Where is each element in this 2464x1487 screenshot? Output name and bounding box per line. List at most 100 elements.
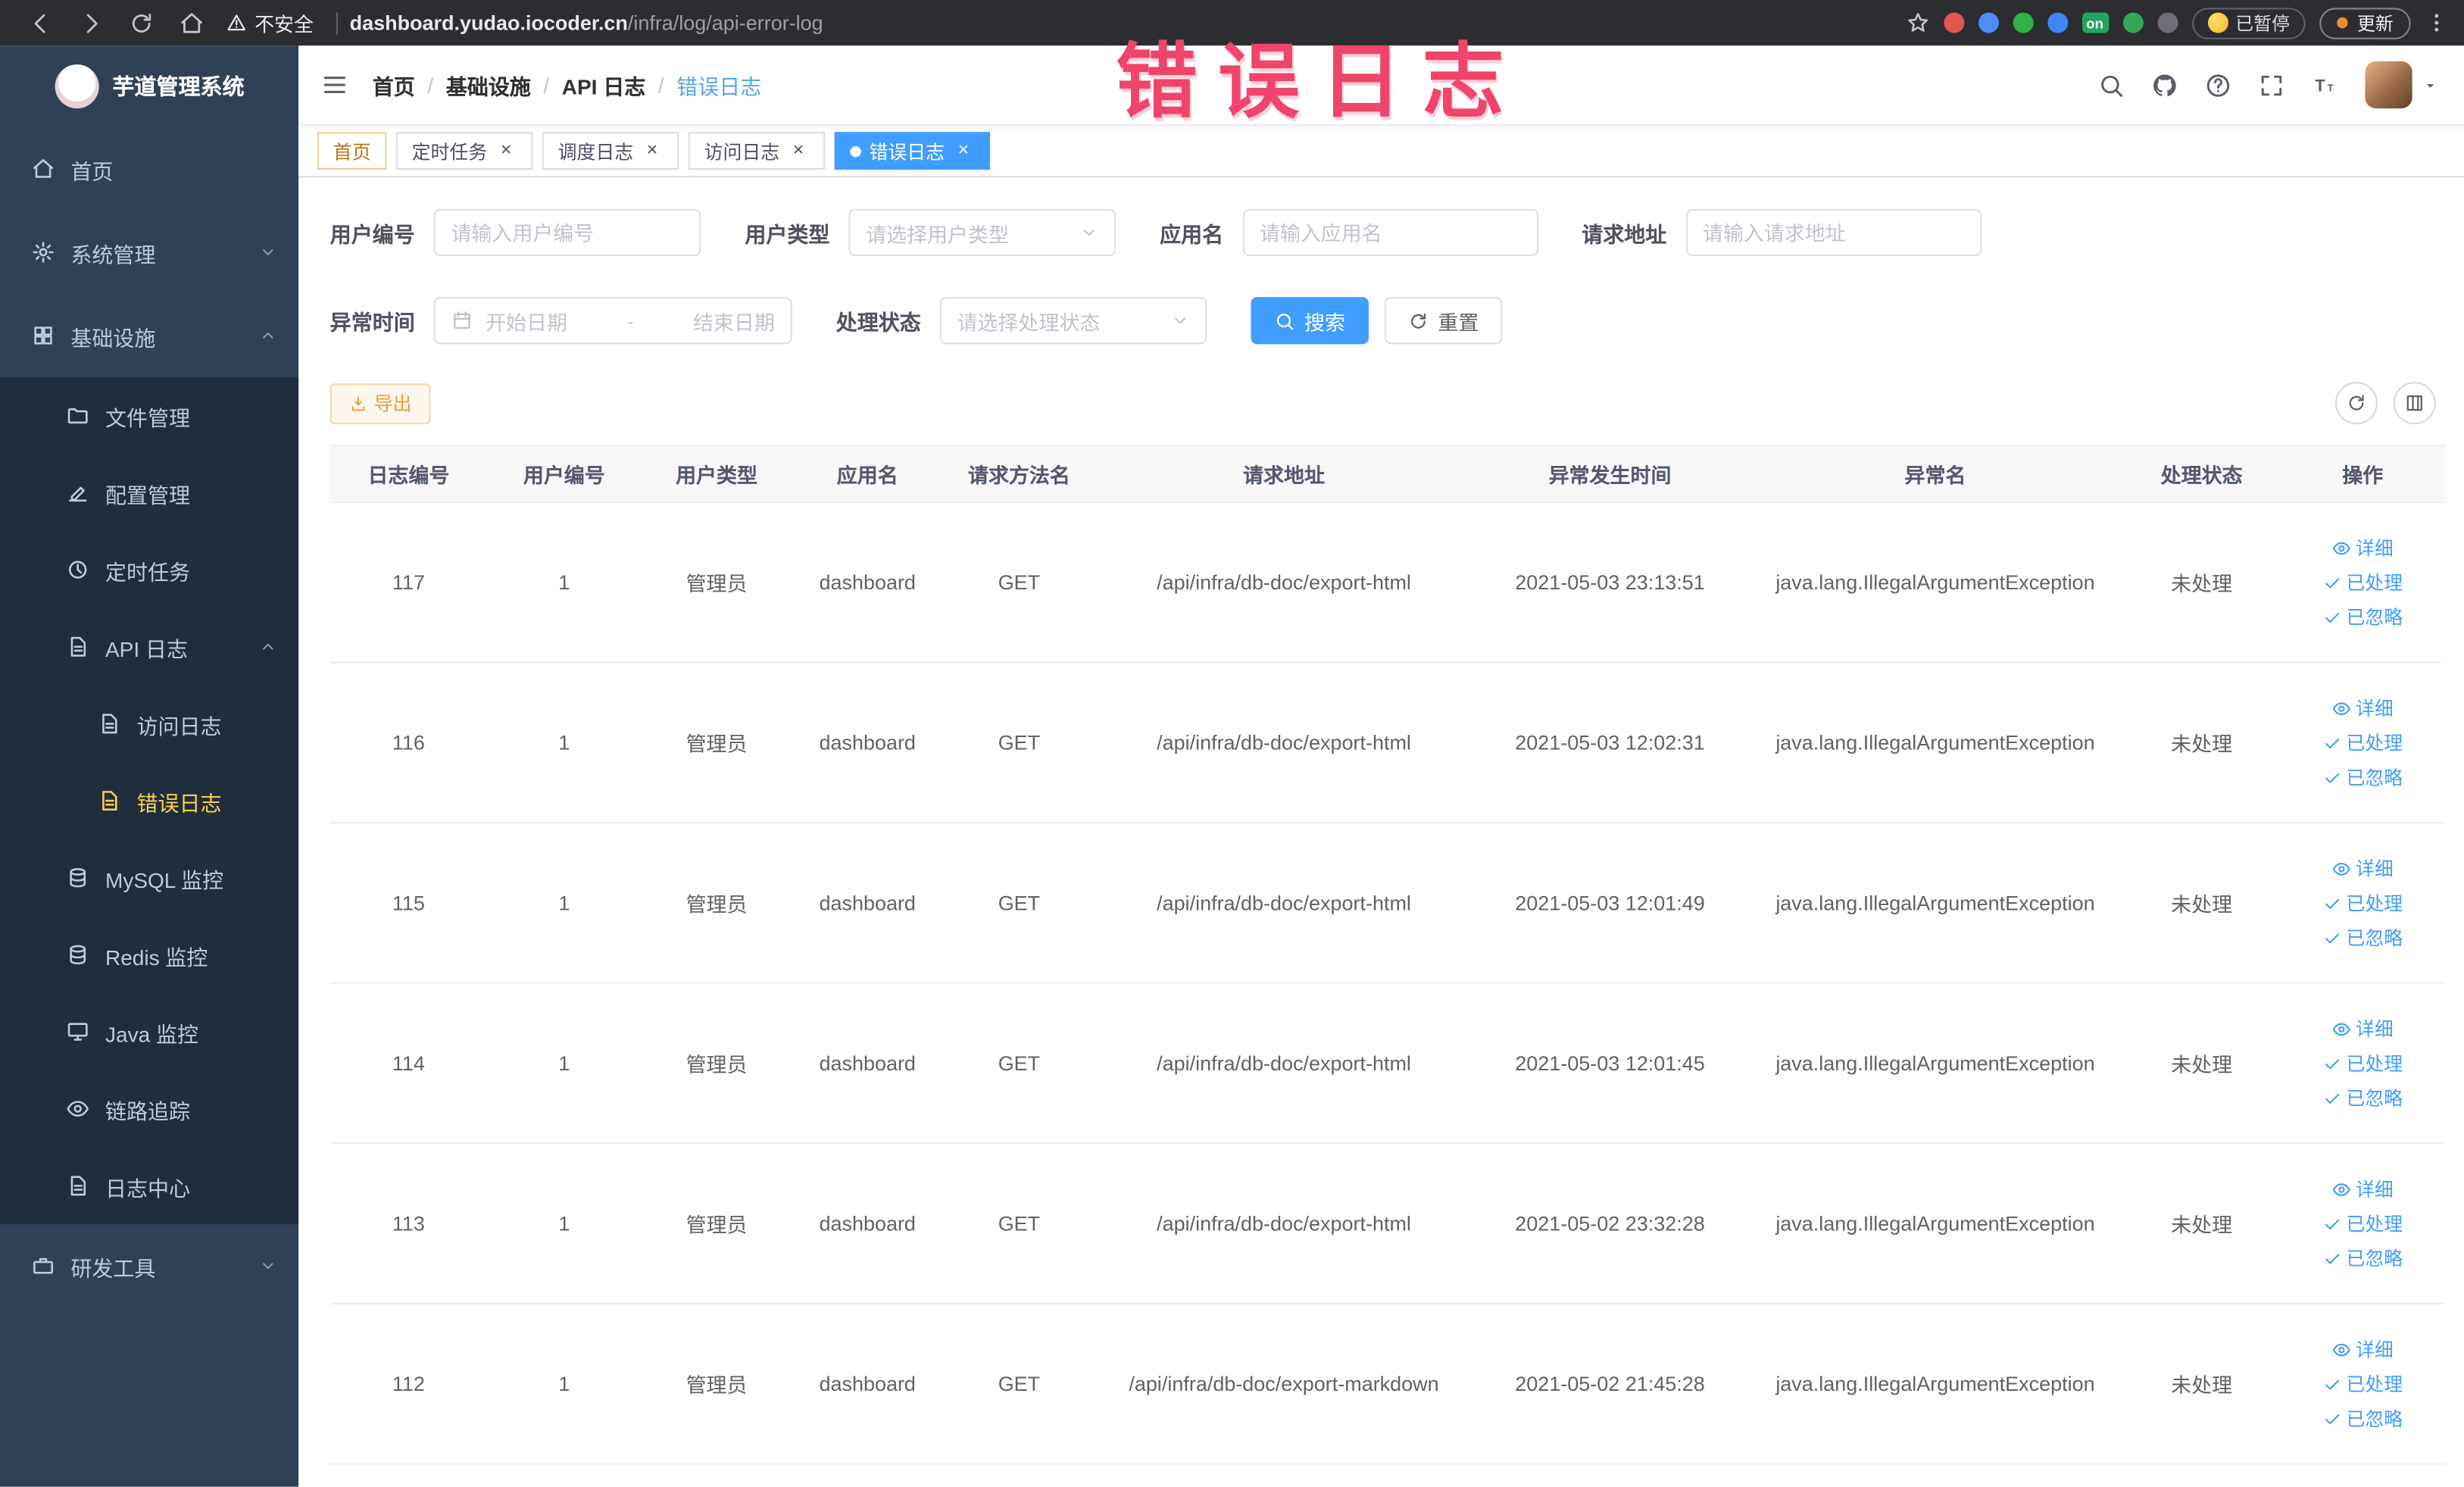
browser-home-icon[interactable] (180, 10, 205, 35)
mark-processed-link[interactable]: 已处理 (2322, 1050, 2403, 1076)
mark-ignored-link[interactable]: 已忽略 (2322, 764, 2403, 790)
breadcrumb-item-home[interactable]: 首页 (373, 69, 415, 100)
search-button[interactable]: 搜索 (1251, 297, 1369, 345)
tab-cron-job[interactable]: 定时任务 × (395, 132, 533, 170)
user-id-input[interactable] (433, 208, 701, 257)
sidebar-item-log-center[interactable]: 日志中心 (0, 1147, 299, 1225)
close-tab-icon[interactable]: × (642, 139, 664, 162)
check-icon (2322, 1214, 2341, 1233)
browser-back-icon[interactable] (28, 10, 53, 35)
refresh-table-button[interactable] (2335, 382, 2378, 425)
app-name-input[interactable] (1242, 208, 1538, 257)
browser-forward-icon[interactable] (79, 10, 104, 35)
request-url-input[interactable] (1685, 208, 1982, 257)
extension-blue-grid-icon[interactable] (2047, 12, 2068, 33)
column-settings-button[interactable] (2393, 382, 2436, 425)
detail-link[interactable]: 详细 (2332, 695, 2394, 721)
fullscreen-icon[interactable] (2258, 71, 2284, 98)
font-size-icon[interactable]: TT (2312, 71, 2338, 98)
export-button[interactable]: 导出 (329, 383, 431, 424)
cell-method: GET (942, 501, 1096, 664)
cell-exception-name: java.lang.IllegalArgumentException (1747, 823, 2123, 984)
extension-green-circle-icon[interactable] (2012, 12, 2033, 33)
mark-ignored-link[interactable]: 已忽略 (2322, 1245, 2403, 1271)
check-icon (2322, 573, 2341, 592)
mark-processed-link[interactable]: 已处理 (2322, 729, 2403, 756)
tab-home[interactable]: 首页 (317, 132, 387, 170)
detail-link[interactable]: 详细 (2332, 1176, 2394, 1202)
sidebar-item-infrastructure[interactable]: 基础设施 (0, 294, 298, 377)
eye-icon (2332, 1179, 2351, 1198)
mark-ignored-link[interactable]: 已忽略 (2322, 924, 2403, 951)
browser-update-button[interactable]: 更新 (2319, 7, 2411, 39)
exception-time-range-picker[interactable]: 开始日期 - 结束日期 (433, 297, 792, 345)
table-row: 117 1 管理员 dashboard GET/api/infra/db-doc/exp… (329, 501, 2446, 664)
detail-link[interactable]: 详细 (2332, 1335, 2394, 1362)
app-logo[interactable]: 芋道管理系统 (0, 45, 298, 127)
tab-error-log[interactable]: 错误日志 × (834, 132, 991, 170)
sidebar-item-config-mgmt[interactable]: 配置管理 (0, 454, 299, 532)
header-search-icon[interactable] (2098, 71, 2125, 98)
sidebar-item-mysql-monitor[interactable]: MySQL 监控 (0, 839, 299, 917)
sidebar-item-label: 基础设施 (70, 326, 156, 350)
chevron-down-icon (259, 1257, 276, 1275)
chevron-down-icon (1171, 311, 1190, 330)
extension-dark-star-icon[interactable] (2156, 12, 2178, 33)
sidebar-item-system-mgmt[interactable]: 系统管理 (0, 211, 298, 294)
extension-on-badge-icon[interactable]: on (2081, 12, 2109, 33)
op-link-label: 详细 (2355, 537, 2394, 560)
error-log-table: 日志编号 用户编号 用户类型 应用名 请求方法名 请求地址 异常发生时间 异常名 处理状态 操作 … (329, 445, 2446, 1465)
mark-ignored-link[interactable]: 已忽略 (2322, 1085, 2403, 1111)
sidebar-item-access-log[interactable]: 访问日志 (0, 685, 299, 763)
sidebar-item-cron-job[interactable]: 定时任务 (0, 531, 299, 608)
sidebar-item-label: 定时任务 (105, 560, 191, 584)
reset-button[interactable]: 重置 (1384, 297, 1503, 345)
profile-paused-badge[interactable]: 已暂停 (2191, 7, 2306, 39)
detail-link[interactable]: 详细 (2332, 1015, 2394, 1042)
mark-ignored-link[interactable]: 已忽略 (2322, 604, 2403, 630)
mark-processed-link[interactable]: 已处理 (2322, 569, 2403, 595)
tab-job-log[interactable]: 调度日志 × (542, 132, 679, 170)
user-menu[interactable] (2365, 61, 2439, 109)
mark-processed-link[interactable]: 已处理 (2322, 1370, 2403, 1397)
active-tab-dot (850, 145, 862, 157)
extension-blue-drop-icon[interactable] (1978, 12, 1998, 33)
close-tab-icon[interactable]: × (788, 139, 810, 162)
column-header: 用户编号 (487, 445, 642, 503)
browser-menu-icon[interactable] (2425, 11, 2448, 35)
sidebar-item-tracing[interactable]: 链路追踪 (0, 1070, 299, 1148)
cell-exception-name: java.lang.IllegalArgumentException (1747, 1303, 2123, 1465)
sidebar-item-redis-monitor[interactable]: Redis 监控 (0, 916, 299, 994)
breadcrumb-item-infrastructure[interactable]: 基础设施 (446, 69, 531, 100)
extension-green-leaf-icon[interactable] (2122, 12, 2143, 33)
close-tab-icon[interactable]: × (495, 139, 517, 162)
op-link-label: 已处理 (2346, 892, 2403, 915)
sidebar-item-home[interactable]: 首页 (0, 127, 298, 211)
close-tab-icon[interactable]: × (952, 139, 974, 162)
sidebar-item-java-monitor[interactable]: Java 监控 (0, 993, 299, 1070)
security-warning[interactable]: 不安全 (226, 8, 314, 37)
mark-processed-link[interactable]: 已处理 (2322, 889, 2403, 916)
mark-ignored-link[interactable]: 已忽略 (2322, 1405, 2403, 1432)
process-status-select[interactable]: 请选择处理状态 (939, 297, 1207, 345)
db-icon (66, 943, 89, 967)
cell-app-name: dashboard (792, 982, 943, 1145)
bookmark-star-icon[interactable] (1906, 11, 1929, 35)
address-bar[interactable]: dashboard.yudao.iocoder.cn/infra/log/api… (350, 11, 823, 35)
sidebar-item-api-log[interactable]: API 日志 (0, 608, 299, 686)
breadcrumb-item-api-log[interactable]: API 日志 (562, 69, 646, 100)
mark-processed-link[interactable]: 已处理 (2322, 1211, 2403, 1237)
browser-reload-icon[interactable] (129, 10, 154, 35)
user-type-select[interactable]: 请选择用户类型 (848, 208, 1116, 257)
detail-link[interactable]: 详细 (2332, 534, 2394, 561)
github-icon[interactable] (2151, 71, 2178, 98)
detail-link[interactable]: 详细 (2332, 855, 2394, 882)
sidebar-item-error-log[interactable]: 错误日志 (0, 762, 299, 839)
tab-access-log[interactable]: 访问日志 × (688, 132, 826, 170)
doc-icon (66, 1174, 89, 1198)
help-icon[interactable] (2205, 71, 2231, 98)
sidebar-toggle-icon[interactable] (320, 70, 348, 98)
sidebar-item-dev-tools[interactable]: 研发工具 (0, 1224, 298, 1307)
sidebar-item-file-mgmt[interactable]: 文件管理 (0, 376, 299, 455)
extension-red-circle-icon[interactable] (1943, 12, 1964, 33)
